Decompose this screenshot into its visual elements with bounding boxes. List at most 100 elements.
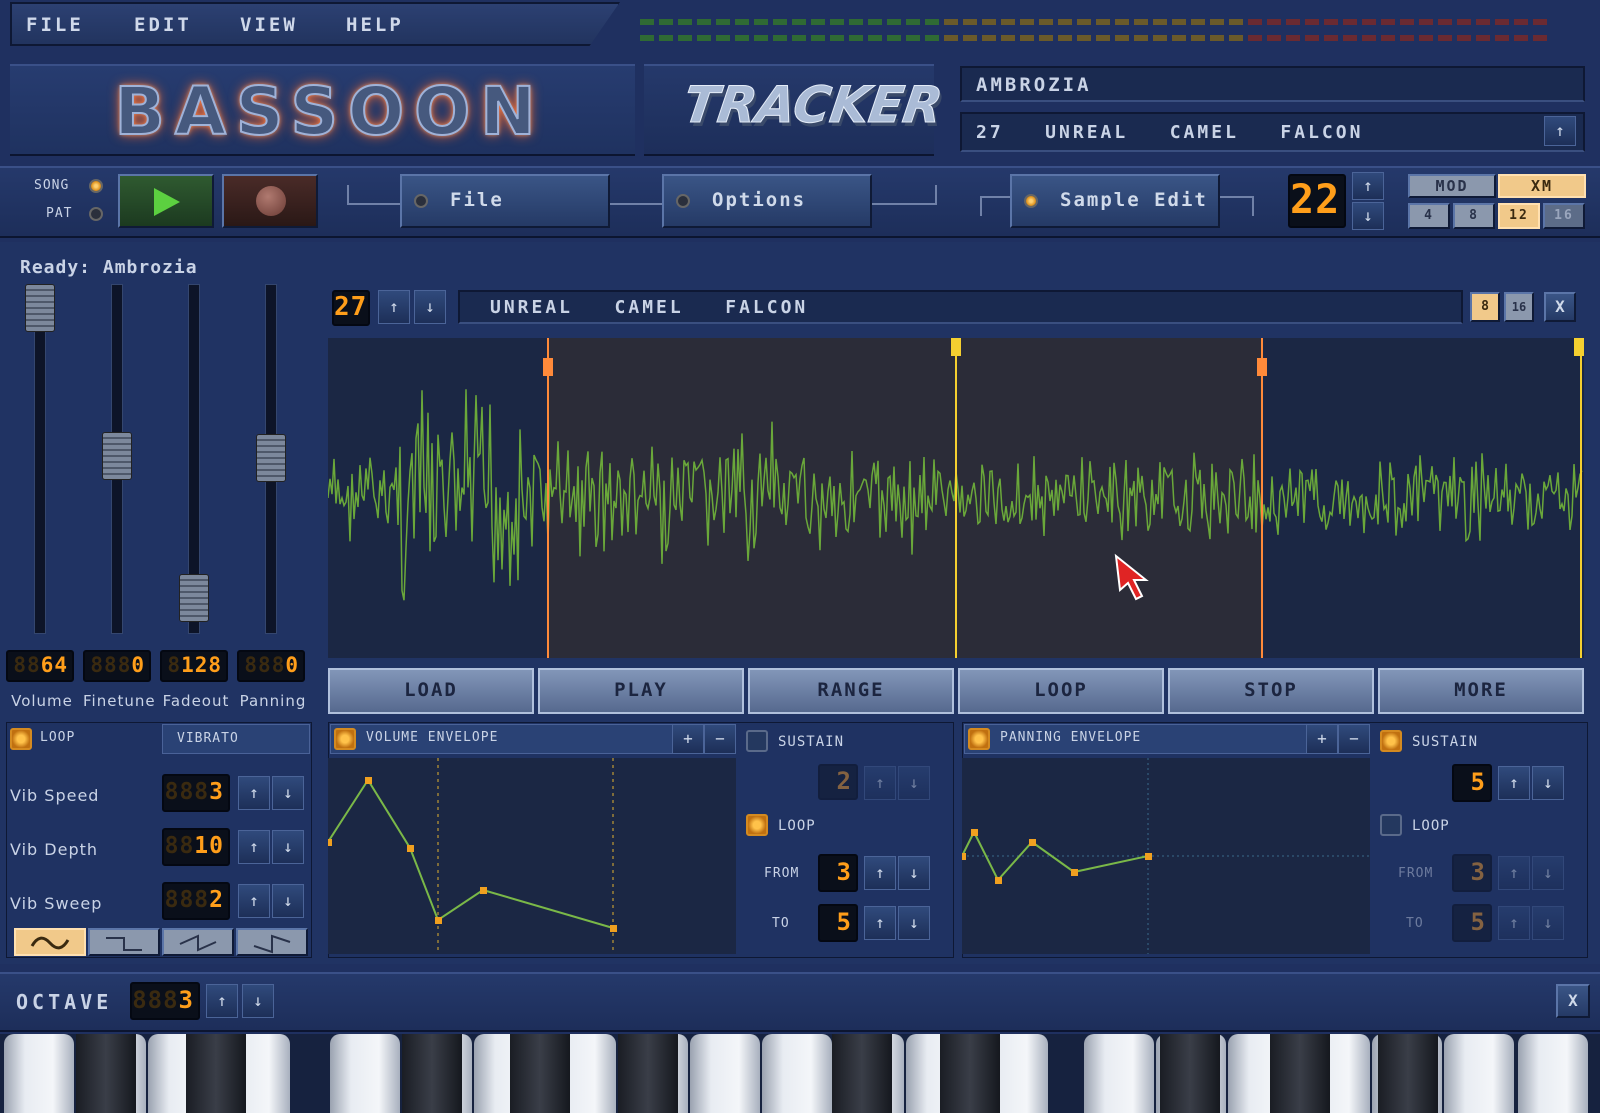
slider-track[interactable] [34, 284, 46, 634]
piano-black-key[interactable] [510, 1034, 570, 1113]
vibrato-up-button[interactable]: ↑ [238, 830, 270, 864]
more-sample-button[interactable]: MORE [1378, 668, 1584, 714]
song-title-field[interactable]: AMBROZIA [960, 66, 1585, 102]
volume-sustain-checkbox[interactable] [746, 730, 768, 752]
tempo-down-button[interactable]: ↓ [1352, 202, 1384, 230]
menu-view[interactable]: VIEW [240, 14, 298, 36]
piano-white-key[interactable] [1084, 1034, 1154, 1113]
file-button[interactable]: File [400, 174, 610, 228]
piano-black-key[interactable] [940, 1034, 1000, 1113]
waveform-view[interactable] [328, 338, 1584, 658]
octave-down-button[interactable]: ↓ [242, 984, 274, 1018]
play-button[interactable] [118, 174, 214, 228]
panning-envelope-graph[interactable] [962, 758, 1370, 954]
piano-white-key[interactable] [4, 1034, 74, 1113]
sample-edit-button[interactable]: Sample Edit [1010, 174, 1220, 228]
piano-black-key[interactable] [76, 1034, 136, 1113]
volume-to-up-button[interactable]: ↑ [864, 906, 896, 940]
volume-loop-checkbox[interactable] [746, 814, 768, 836]
vibrato-up-button[interactable]: ↑ [238, 776, 270, 810]
format-mod-button[interactable]: MOD [1408, 174, 1496, 198]
pat-mode-led[interactable] [89, 207, 103, 221]
slider-finetune[interactable]: 8880 Finetune [83, 284, 155, 714]
slider-knob[interactable] [25, 284, 55, 332]
view-8-button[interactable]: 8 [1470, 292, 1500, 322]
stop-sample-button[interactable]: STOP [1168, 668, 1374, 714]
piano-black-key[interactable] [618, 1034, 678, 1113]
record-button[interactable] [222, 174, 318, 228]
slider-knob[interactable] [102, 432, 132, 480]
vibrato-down-button[interactable]: ↓ [272, 884, 304, 918]
piano-black-key[interactable] [1160, 1034, 1220, 1113]
channels-4-button[interactable]: 4 [1408, 203, 1450, 229]
sample-name-field[interactable]: UNREAL CAMEL FALCON [458, 290, 1463, 324]
piano-black-key[interactable] [1378, 1034, 1438, 1113]
loop-tab[interactable]: LOOP [40, 730, 75, 745]
volume-sustain-down-button[interactable]: ↓ [898, 766, 930, 800]
song-mode-led[interactable] [89, 179, 103, 193]
pattern-name-field[interactable]: 27 UNREAL CAMEL FALCON ↑ [960, 112, 1585, 152]
menu-file[interactable]: FILE [26, 14, 84, 36]
panning-sustain-down-button[interactable]: ↓ [1532, 766, 1564, 800]
panning-envelope-checkbox[interactable] [968, 728, 990, 750]
slider-knob[interactable] [256, 434, 286, 482]
volume-sustain-up-button[interactable]: ↑ [864, 766, 896, 800]
slider-panning[interactable]: 8880 Panning [237, 284, 307, 714]
volume-envelope-checkbox[interactable] [334, 728, 356, 750]
channels-16-button[interactable]: 16 [1543, 203, 1585, 229]
piano-black-key[interactable] [1270, 1034, 1330, 1113]
channels-8-button[interactable]: 8 [1453, 203, 1495, 229]
vibrato-down-button[interactable]: ↓ [272, 776, 304, 810]
tempo-up-button[interactable]: ↑ [1352, 172, 1384, 200]
panning-from-up-button[interactable]: ↑ [1498, 856, 1530, 890]
piano-white-key[interactable] [330, 1034, 400, 1113]
slider-knob[interactable] [179, 574, 209, 622]
sample-up-button[interactable]: ↑ [378, 290, 410, 324]
format-xm-button[interactable]: XM [1498, 174, 1586, 198]
piano-black-key[interactable] [832, 1034, 892, 1113]
octave-up-button[interactable]: ↑ [206, 984, 238, 1018]
menu-edit[interactable]: EDIT [134, 14, 192, 36]
loop-end-handle[interactable] [1257, 358, 1267, 376]
piano-black-key[interactable] [186, 1034, 246, 1113]
pattern-up-button[interactable]: ↑ [1544, 116, 1576, 146]
panning-sustain-checkbox[interactable] [1380, 730, 1402, 752]
loop-start-handle[interactable] [543, 358, 553, 376]
wave-sine-button[interactable] [14, 928, 86, 956]
options-button[interactable]: Options [662, 174, 872, 228]
vibrato-up-button[interactable]: ↑ [238, 884, 270, 918]
piano-white-key[interactable] [690, 1034, 760, 1113]
load-sample-button[interactable]: LOAD [328, 668, 534, 714]
wave-ramp-up-button[interactable] [236, 928, 308, 956]
panning-loop-checkbox[interactable] [1380, 814, 1402, 836]
piano-white-key[interactable] [1518, 1034, 1588, 1113]
panning-sustain-up-button[interactable]: ↑ [1498, 766, 1530, 800]
octave-close-button[interactable]: X [1556, 984, 1590, 1018]
volume-from-down-button[interactable]: ↓ [898, 856, 930, 890]
loop-sample-button[interactable]: LOOP [958, 668, 1164, 714]
piano-black-key[interactable] [402, 1034, 462, 1113]
piano-white-key[interactable] [762, 1034, 832, 1113]
view-16-button[interactable]: 16 [1504, 292, 1534, 322]
menu-help[interactable]: HELP [346, 14, 404, 36]
panning-to-down-button[interactable]: ↓ [1532, 906, 1564, 940]
volume-envelope-add-button[interactable]: + [672, 724, 704, 754]
vibrato-down-button[interactable]: ↓ [272, 830, 304, 864]
wave-ramp-down-button[interactable] [162, 928, 234, 956]
slider-volume[interactable]: 8864 Volume [6, 284, 76, 714]
panning-envelope-remove-button[interactable]: − [1338, 724, 1370, 754]
sample-down-button[interactable]: ↓ [414, 290, 446, 324]
panning-from-down-button[interactable]: ↓ [1532, 856, 1564, 890]
slider-fadeout[interactable]: 8128 Fadeout [160, 284, 230, 714]
channels-12-button[interactable]: 12 [1498, 203, 1540, 229]
wave-square-button[interactable] [88, 928, 160, 956]
piano-white-key[interactable] [1444, 1034, 1514, 1113]
volume-envelope-graph[interactable] [328, 758, 736, 954]
panning-to-up-button[interactable]: ↑ [1498, 906, 1530, 940]
play-sample-button[interactable]: PLAY [538, 668, 744, 714]
volume-envelope-remove-button[interactable]: − [704, 724, 736, 754]
loop-tab-checkbox[interactable] [10, 728, 32, 750]
range-sample-button[interactable]: RANGE [748, 668, 954, 714]
vibrato-tab[interactable]: VIBRATO [162, 724, 310, 754]
panning-envelope-add-button[interactable]: + [1306, 724, 1338, 754]
